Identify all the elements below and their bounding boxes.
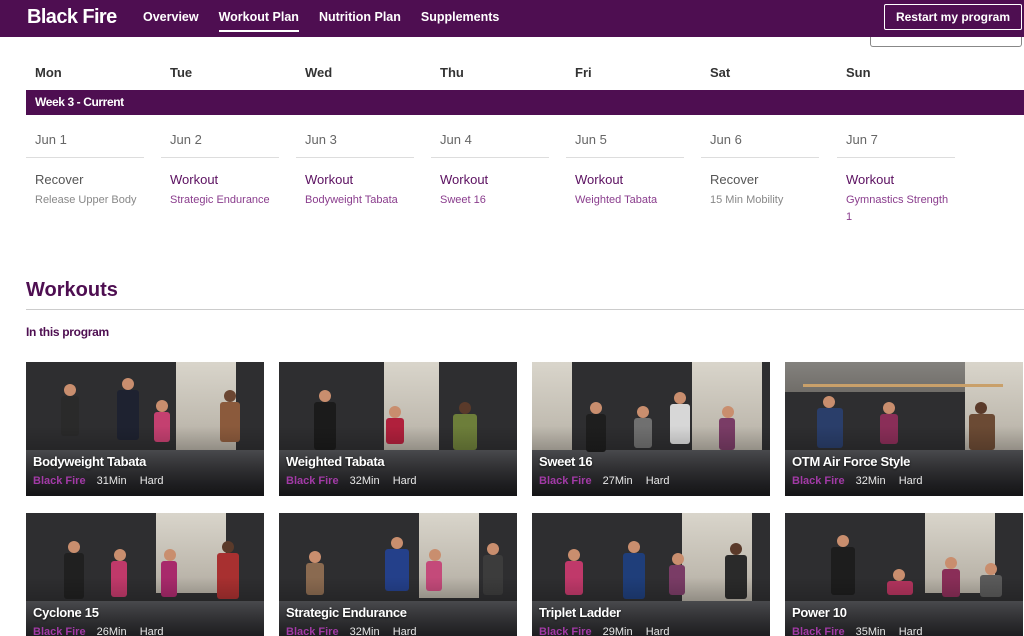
workout-card[interactable]: Triplet Ladder Black Fire 29Min Hard <box>532 513 770 636</box>
workout-level: Hard <box>645 475 670 487</box>
day-label-tue: Tue <box>170 65 193 80</box>
day-workout-name[interactable]: Sweet 16 <box>431 192 549 209</box>
workout-title: OTM Air Force Style <box>792 454 911 469</box>
day-workout-name[interactable]: Gymnastics Strength 1 <box>837 192 955 226</box>
workout-level: Hard <box>139 475 164 487</box>
workout-meta: Black Fire 26Min Hard <box>33 626 164 636</box>
workout-meta: Black Fire 32Min Hard <box>286 626 417 636</box>
day-date: Jun 6 <box>701 132 819 158</box>
program-badge: Black Fire <box>539 475 592 487</box>
program-badge: Black Fire <box>539 626 592 636</box>
program-badge: Black Fire <box>286 626 339 636</box>
nav-supplements[interactable]: Supplements <box>421 0 500 37</box>
nav-overview[interactable]: Overview <box>143 0 199 37</box>
day-type: Workout <box>170 172 219 187</box>
day-workout-name[interactable]: Strategic Endurance <box>161 192 279 209</box>
top-nav-bar: Black Fire Overview Workout Plan Nutriti… <box>0 0 1024 37</box>
workout-duration: 31Min <box>96 475 127 487</box>
workout-card[interactable]: Sweet 16 Black Fire 27Min Hard <box>532 362 770 496</box>
day-workout-name[interactable]: 15 Min Mobility <box>701 192 819 209</box>
workout-meta: Black Fire 35Min Hard <box>792 626 923 636</box>
day-date: Jun 7 <box>837 132 955 158</box>
restart-program-button[interactable]: Restart my program <box>884 4 1022 30</box>
dropdown-edge <box>870 37 1022 47</box>
workout-duration: 29Min <box>602 626 633 636</box>
day-date: Jun 4 <box>431 132 549 158</box>
workout-level: Hard <box>898 475 923 487</box>
workout-level: Hard <box>139 626 164 636</box>
workout-title: Bodyweight Tabata <box>33 454 147 469</box>
day-label-sat: Sat <box>710 65 731 80</box>
calendar-day[interactable]: Jun 3 Workout Bodyweight Tabata <box>296 132 414 209</box>
in-program-subheading: In this program <box>26 325 109 339</box>
nav-nutrition-plan[interactable]: Nutrition Plan <box>319 0 401 37</box>
day-type: Workout <box>305 172 354 187</box>
workout-duration: 32Min <box>349 475 380 487</box>
calendar-day[interactable]: Jun 5 Workout Weighted Tabata <box>566 132 684 209</box>
workout-duration: 26Min <box>96 626 127 636</box>
calendar-day[interactable]: Jun 2 Workout Strategic Endurance <box>161 132 279 209</box>
day-type: Recover <box>35 172 84 187</box>
logo[interactable]: Black Fire <box>27 6 117 29</box>
day-label-mon: Mon <box>35 65 62 80</box>
workout-title: Cyclone 15 <box>33 605 99 620</box>
day-date: Jun 1 <box>26 132 144 158</box>
day-type: Workout <box>575 172 624 187</box>
section-divider <box>26 309 1024 310</box>
workout-level: Hard <box>392 475 417 487</box>
calendar-day[interactable]: Jun 1 Recover Release Upper Body <box>26 132 144 209</box>
workout-duration: 32Min <box>855 475 886 487</box>
workout-title: Weighted Tabata <box>286 454 385 469</box>
workout-meta: Black Fire 32Min Hard <box>286 475 417 487</box>
workout-meta: Black Fire 31Min Hard <box>33 475 164 487</box>
day-date: Jun 2 <box>161 132 279 158</box>
workout-card[interactable]: OTM Air Force Style Black Fire 32Min Har… <box>785 362 1023 496</box>
workout-title: Sweet 16 <box>539 454 593 469</box>
calendar-day[interactable]: Jun 6 Recover 15 Min Mobility <box>701 132 819 209</box>
workout-meta: Black Fire 29Min Hard <box>539 626 670 636</box>
day-workout-name[interactable]: Bodyweight Tabata <box>296 192 414 209</box>
program-badge: Black Fire <box>286 475 339 487</box>
program-badge: Black Fire <box>33 626 86 636</box>
workout-level: Hard <box>898 626 923 636</box>
workout-level: Hard <box>645 626 670 636</box>
day-type: Workout <box>846 172 895 187</box>
workouts-heading: Workouts <box>26 279 118 301</box>
workout-level: Hard <box>392 626 417 636</box>
program-badge: Black Fire <box>792 626 845 636</box>
calendar-day[interactable]: Jun 4 Workout Sweet 16 <box>431 132 549 209</box>
day-workout-name[interactable]: Release Upper Body <box>26 192 144 209</box>
day-label-wed: Wed <box>305 65 333 80</box>
workout-meta: Black Fire 32Min Hard <box>792 475 923 487</box>
workout-duration: 32Min <box>349 626 380 636</box>
workout-title: Strategic Endurance <box>286 605 407 620</box>
nav-workout-plan[interactable]: Workout Plan <box>218 0 300 37</box>
day-label-thu: Thu <box>440 65 464 80</box>
workout-duration: 35Min <box>855 626 886 636</box>
day-type: Workout <box>440 172 489 187</box>
workout-duration: 27Min <box>602 475 633 487</box>
program-badge: Black Fire <box>792 475 845 487</box>
workout-card[interactable]: Bodyweight Tabata Black Fire 31Min Hard <box>26 362 264 496</box>
workout-meta: Black Fire 27Min Hard <box>539 475 670 487</box>
week-label: Week 3 - Current <box>35 95 124 109</box>
workout-card[interactable]: Power 10 Black Fire 35Min Hard <box>785 513 1023 636</box>
workout-card[interactable]: Weighted Tabata Black Fire 32Min Hard <box>279 362 517 496</box>
workout-card[interactable]: Strategic Endurance Black Fire 32Min Har… <box>279 513 517 636</box>
week-header: Week 3 - Current <box>26 90 1024 115</box>
day-label-sun: Sun <box>846 65 871 80</box>
day-date: Jun 5 <box>566 132 684 158</box>
day-date: Jun 3 <box>296 132 414 158</box>
day-label-fri: Fri <box>575 65 592 80</box>
workout-title: Triplet Ladder <box>539 605 621 620</box>
workout-title: Power 10 <box>792 605 847 620</box>
day-workout-name[interactable]: Weighted Tabata <box>566 192 684 209</box>
program-badge: Black Fire <box>33 475 86 487</box>
calendar-day[interactable]: Jun 7 Workout Gymnastics Strength 1 <box>837 132 955 226</box>
main-nav: Overview Workout Plan Nutrition Plan Sup… <box>143 0 519 37</box>
day-type: Recover <box>710 172 759 187</box>
workout-card[interactable]: Cyclone 15 Black Fire 26Min Hard <box>26 513 264 636</box>
